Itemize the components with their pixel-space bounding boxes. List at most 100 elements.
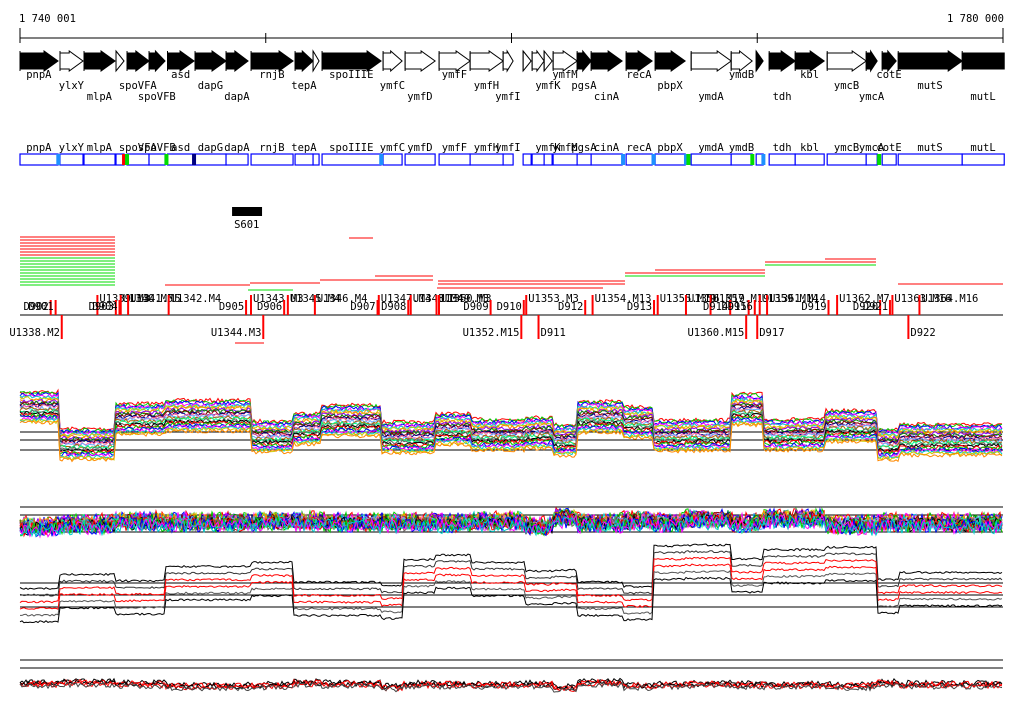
gene-arrow[interactable] bbox=[897, 50, 964, 72]
gene-arrow[interactable] bbox=[768, 50, 797, 72]
gene-ymfM[interactable]: ymfM bbox=[552, 50, 578, 81]
gene-asd[interactable]: asd bbox=[167, 50, 195, 81]
gene-box-unnamed[interactable] bbox=[531, 153, 545, 166]
gene-arrow[interactable] bbox=[531, 49, 545, 73]
gene-box[interactable] bbox=[730, 153, 753, 166]
gene-arrow[interactable] bbox=[502, 49, 514, 73]
gene-arrow[interactable] bbox=[961, 52, 1005, 70]
gene-arrow[interactable] bbox=[404, 50, 436, 72]
gene-arrow[interactable] bbox=[312, 49, 320, 73]
gene-box-unnamed[interactable] bbox=[312, 153, 320, 166]
site-D911[interactable]: D911 bbox=[537, 315, 566, 339]
gene-box[interactable] bbox=[438, 153, 471, 166]
gene-arrow[interactable] bbox=[881, 49, 897, 73]
gene-arrow[interactable] bbox=[148, 49, 166, 73]
gene-mlpA[interactable]: mlpA bbox=[83, 50, 116, 103]
gene-box[interactable] bbox=[126, 153, 150, 166]
gene-arrow[interactable] bbox=[321, 50, 382, 72]
gene-arrow[interactable] bbox=[194, 50, 227, 72]
gene-box[interactable] bbox=[19, 153, 59, 166]
feature-block[interactable] bbox=[232, 207, 263, 216]
gene-box-ylxY[interactable]: ylxY bbox=[59, 142, 85, 166]
gene-arrow[interactable] bbox=[543, 49, 553, 73]
gene-box-ymfC[interactable]: ymfC bbox=[380, 142, 405, 166]
site-D917[interactable]: D917 bbox=[756, 315, 785, 339]
gene-arrow[interactable] bbox=[115, 49, 125, 73]
gene-arrow[interactable] bbox=[382, 49, 403, 73]
gene-ylxY[interactable]: ylxY bbox=[59, 50, 85, 92]
gene-box-recA[interactable]: recA bbox=[625, 142, 653, 166]
gene-box[interactable] bbox=[531, 153, 545, 166]
gene-box[interactable] bbox=[250, 153, 294, 166]
gene-box-rnjB[interactable]: rnjB bbox=[250, 142, 294, 166]
gene-ymfH[interactable]: ymfH bbox=[469, 50, 504, 92]
gene-box-pbpX[interactable]: pbpX bbox=[654, 142, 686, 166]
gene-box-cinA[interactable]: cinA bbox=[590, 142, 623, 166]
site-D908[interactable]: D908 bbox=[381, 300, 410, 315]
gene-box-pnpA[interactable]: pnpA bbox=[19, 142, 59, 166]
gene-box[interactable] bbox=[294, 153, 314, 166]
gene-tdh[interactable]: tdh bbox=[768, 50, 797, 103]
gene-box[interactable] bbox=[794, 153, 825, 166]
gene-box[interactable] bbox=[404, 153, 436, 166]
gene-unnamed[interactable] bbox=[312, 49, 320, 73]
gene-box[interactable] bbox=[148, 153, 166, 166]
gene-box[interactable] bbox=[83, 153, 116, 166]
gene-box[interactable] bbox=[690, 153, 732, 166]
gene-spoIIIE[interactable]: spoIIIE bbox=[321, 50, 382, 81]
gene-pnpA[interactable]: pnpA bbox=[19, 50, 59, 81]
gene-box-unnamed[interactable] bbox=[522, 153, 532, 166]
gene-box[interactable] bbox=[59, 153, 84, 166]
gene-box[interactable] bbox=[469, 153, 504, 166]
gene-box[interactable] bbox=[522, 153, 532, 166]
gene-box-asd[interactable]: asd bbox=[166, 142, 195, 166]
site-D916[interactable]: D916 bbox=[728, 300, 756, 315]
genome-browser-view[interactable]: 1 740 001 1 780 000 pnpAylxYmlpAspoVFAsp… bbox=[0, 0, 1024, 714]
gene-arrow[interactable] bbox=[590, 50, 623, 72]
gene-box[interactable] bbox=[625, 153, 653, 166]
gene-arrow[interactable] bbox=[438, 50, 471, 72]
gene-ymfD[interactable]: ymfD bbox=[404, 50, 436, 103]
gene-box-kbl[interactable]: kbl bbox=[794, 142, 825, 166]
gene-arrow[interactable] bbox=[654, 50, 687, 72]
site-D909[interactable]: D909 bbox=[463, 300, 492, 315]
gene-unnamed[interactable] bbox=[115, 49, 125, 73]
gene-box-dapA[interactable]: dapA bbox=[224, 142, 250, 166]
gene-cinA[interactable]: cinA bbox=[590, 50, 623, 103]
gene-kbl[interactable]: kbl bbox=[794, 50, 826, 81]
gene-box[interactable] bbox=[382, 153, 403, 166]
gene-mutL[interactable]: mutL bbox=[961, 51, 1005, 103]
gene-unnamed[interactable] bbox=[522, 49, 532, 73]
gene-box-dapG[interactable]: dapG bbox=[194, 142, 227, 166]
gene-arrow[interactable] bbox=[865, 49, 878, 73]
gene-box-ymdA[interactable]: ymdA bbox=[690, 142, 732, 166]
site-U1338.M2[interactable]: U1338.M2 bbox=[9, 315, 63, 339]
gene-box[interactable] bbox=[552, 153, 578, 166]
gene-ymdB[interactable]: ymdB bbox=[729, 49, 754, 81]
gene-arrow[interactable] bbox=[167, 50, 195, 72]
gene-box-ymfF[interactable]: ymfF bbox=[438, 142, 471, 166]
gene-arrow[interactable] bbox=[625, 50, 653, 72]
site-U1352.M15[interactable]: U1352.M15 bbox=[463, 315, 523, 339]
site-U1342.M4[interactable]: U1342.M4 bbox=[167, 293, 222, 315]
gene-box[interactable] bbox=[881, 153, 897, 166]
gene-arrow[interactable] bbox=[552, 50, 578, 72]
gene-box[interactable] bbox=[897, 153, 963, 166]
gene-box[interactable] bbox=[865, 153, 878, 166]
gene-arrow[interactable] bbox=[469, 50, 504, 72]
site-D919[interactable]: D919 bbox=[801, 300, 830, 315]
gene-box[interactable] bbox=[543, 153, 553, 166]
gene-arrow[interactable] bbox=[755, 49, 764, 73]
gene-ymdA[interactable]: ymdA bbox=[690, 50, 733, 103]
gene-box-ymfD[interactable]: ymfD bbox=[404, 142, 436, 166]
gene-box-mlpA[interactable]: mlpA bbox=[83, 142, 116, 166]
gene-unnamed[interactable] bbox=[755, 49, 764, 73]
site-D913[interactable]: D913 bbox=[627, 300, 656, 315]
gene-arrow[interactable] bbox=[690, 50, 733, 72]
gene-box-mutS[interactable]: mutS bbox=[897, 142, 963, 166]
site-D922[interactable]: D922 bbox=[907, 315, 936, 339]
site-U1344.M3[interactable]: U1344.M3 bbox=[211, 315, 265, 339]
gene-box[interactable] bbox=[502, 153, 514, 166]
gene-dapG[interactable]: dapG bbox=[194, 50, 227, 92]
gene-arrow[interactable] bbox=[225, 49, 249, 73]
